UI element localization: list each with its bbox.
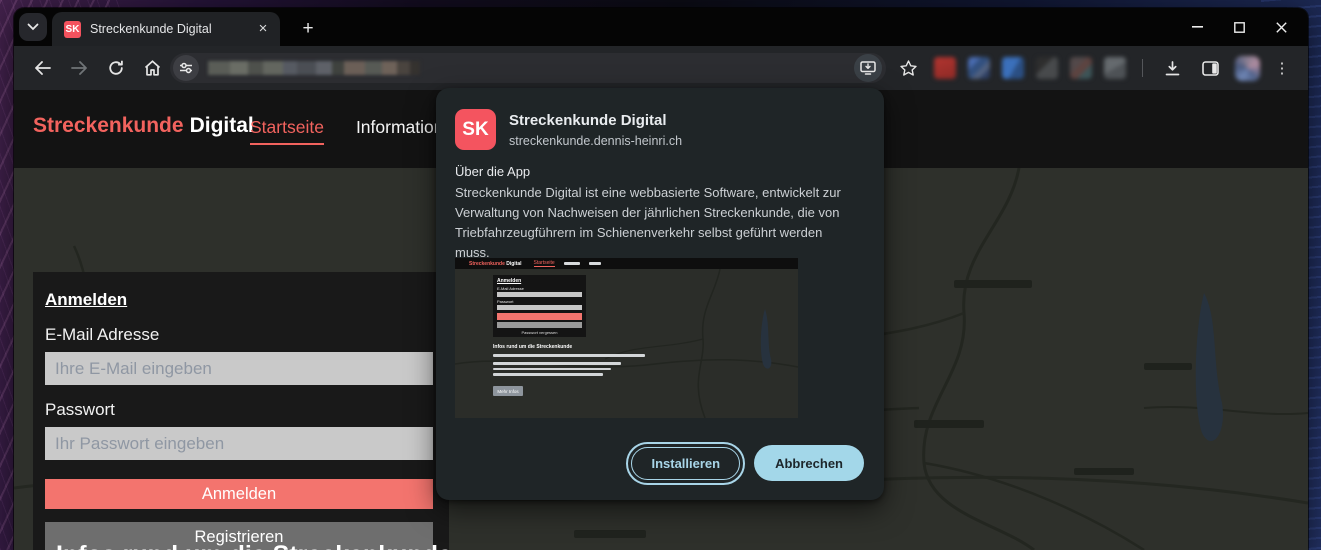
address-bar[interactable] bbox=[170, 53, 886, 83]
preview-nav-item bbox=[589, 262, 601, 265]
reload-button[interactable] bbox=[102, 54, 130, 82]
preview-forgot-link: Passwort vergessen bbox=[497, 330, 582, 335]
preview-logo-secondary: Digital bbox=[506, 261, 521, 267]
extension-icon[interactable] bbox=[934, 57, 956, 79]
extension-icon[interactable] bbox=[1036, 57, 1058, 79]
back-icon bbox=[34, 61, 51, 75]
install-app-button[interactable] bbox=[854, 54, 882, 82]
star-icon bbox=[900, 60, 917, 76]
clipped-section-heading: Infos rund um die Streckenkunde bbox=[56, 541, 452, 550]
bookmark-button[interactable] bbox=[894, 54, 922, 82]
tab-strip: SK Streckenkunde Digital × + bbox=[14, 8, 1308, 46]
preview-register-button bbox=[497, 322, 582, 328]
tab-favicon: SK bbox=[64, 21, 81, 38]
downloads-button[interactable] bbox=[1159, 55, 1185, 81]
preview-password-input bbox=[497, 305, 582, 310]
app-screenshot-preview: Streckenkunde Digital Startseite Anmelde… bbox=[455, 258, 798, 418]
side-panel-button[interactable] bbox=[1197, 55, 1223, 81]
maximize-button[interactable] bbox=[1218, 12, 1260, 42]
home-button[interactable] bbox=[138, 54, 166, 82]
close-window-button[interactable] bbox=[1260, 12, 1302, 42]
forward-button[interactable] bbox=[65, 54, 93, 82]
password-field[interactable] bbox=[45, 427, 433, 460]
side-panel-icon bbox=[1202, 61, 1219, 76]
preview-section-heading: Infos rund um die Streckenkunde bbox=[493, 344, 645, 350]
preview-nav-item bbox=[564, 262, 580, 265]
tab-close-icon[interactable]: × bbox=[254, 20, 272, 38]
address-redacted-text bbox=[208, 61, 420, 75]
install-dialog-header: SK Streckenkunde Digital streckenkunde.d… bbox=[455, 109, 682, 150]
app-icon: SK bbox=[455, 109, 496, 150]
site-nav: Startseite Informationen bbox=[250, 117, 463, 145]
back-button[interactable] bbox=[28, 54, 56, 82]
browser-toolbar: ⋮ bbox=[14, 46, 1308, 90]
site-settings-button[interactable] bbox=[173, 55, 199, 81]
desktop: SK Streckenkunde Digital × + bbox=[0, 0, 1321, 550]
install-dialog: SK Streckenkunde Digital streckenkunde.d… bbox=[436, 88, 884, 500]
forward-icon bbox=[71, 61, 88, 75]
site-logo-primary: Streckenkunde bbox=[33, 114, 184, 137]
preview-login-button bbox=[497, 313, 582, 320]
preview-password-label: Passwort bbox=[497, 299, 582, 304]
login-button[interactable]: Anmelden bbox=[45, 479, 433, 509]
browser-window: SK Streckenkunde Digital × + bbox=[14, 8, 1308, 550]
about-text: Streckenkunde Digital ist eine webbasier… bbox=[455, 183, 859, 263]
new-tab-button[interactable]: + bbox=[294, 15, 322, 43]
app-origin: streckenkunde.dennis-heinri.ch bbox=[509, 134, 682, 148]
site-logo: Streckenkunde Digital bbox=[33, 114, 254, 138]
email-label: E-Mail Adresse bbox=[45, 325, 433, 345]
window-controls bbox=[1176, 10, 1302, 44]
preview-header: Streckenkunde Digital Startseite bbox=[455, 258, 798, 269]
preview-email-label: E-Mail Adresse bbox=[497, 286, 582, 291]
extension-icon[interactable] bbox=[1104, 57, 1126, 79]
cancel-button[interactable]: Abbrechen bbox=[754, 445, 864, 481]
email-field[interactable] bbox=[45, 352, 433, 385]
download-icon bbox=[1165, 61, 1180, 76]
chevron-down-icon bbox=[27, 23, 39, 31]
dialog-buttons: Installieren Abbrechen bbox=[631, 445, 864, 481]
preview-email-input bbox=[497, 292, 582, 297]
preview-nav-active: Startseite bbox=[534, 260, 555, 267]
profile-avatar[interactable] bbox=[1235, 56, 1260, 81]
toolbar-separator bbox=[1142, 59, 1143, 77]
login-card: Anmelden E-Mail Adresse Passwort Anmelde… bbox=[33, 272, 449, 550]
extension-icon[interactable] bbox=[1002, 57, 1024, 79]
extensions-area: ⋮ bbox=[934, 55, 1292, 81]
reload-icon bbox=[108, 60, 124, 76]
preview-info-section: Infos rund um die Streckenkunde bbox=[493, 344, 645, 376]
tune-icon bbox=[179, 62, 193, 74]
extension-icon[interactable] bbox=[1070, 57, 1092, 79]
tab-title: Streckenkunde Digital bbox=[90, 22, 254, 36]
extension-icon[interactable] bbox=[968, 57, 990, 79]
login-heading: Anmelden bbox=[45, 290, 433, 310]
password-label: Passwort bbox=[45, 400, 433, 420]
app-name: Streckenkunde Digital bbox=[509, 112, 682, 129]
home-icon bbox=[144, 60, 161, 76]
about-title: Über die App bbox=[455, 164, 530, 179]
browser-menu-button[interactable]: ⋮ bbox=[1272, 59, 1292, 77]
site-logo-secondary: Digital bbox=[190, 114, 254, 137]
nav-item-startseite[interactable]: Startseite bbox=[250, 117, 324, 145]
minimize-button[interactable] bbox=[1176, 12, 1218, 42]
preview-login-card: Anmelden E-Mail Adresse Passwort Passwor… bbox=[493, 275, 586, 337]
preview-more-button: Mehr Infos bbox=[493, 386, 523, 396]
install-icon bbox=[860, 61, 876, 75]
preview-login-heading: Anmelden bbox=[497, 278, 582, 284]
preview-logo-primary: Streckenkunde bbox=[469, 261, 505, 267]
install-confirm-button[interactable]: Installieren bbox=[631, 447, 740, 480]
tab-search-button[interactable] bbox=[19, 13, 47, 41]
browser-tab[interactable]: SK Streckenkunde Digital × bbox=[52, 12, 280, 46]
